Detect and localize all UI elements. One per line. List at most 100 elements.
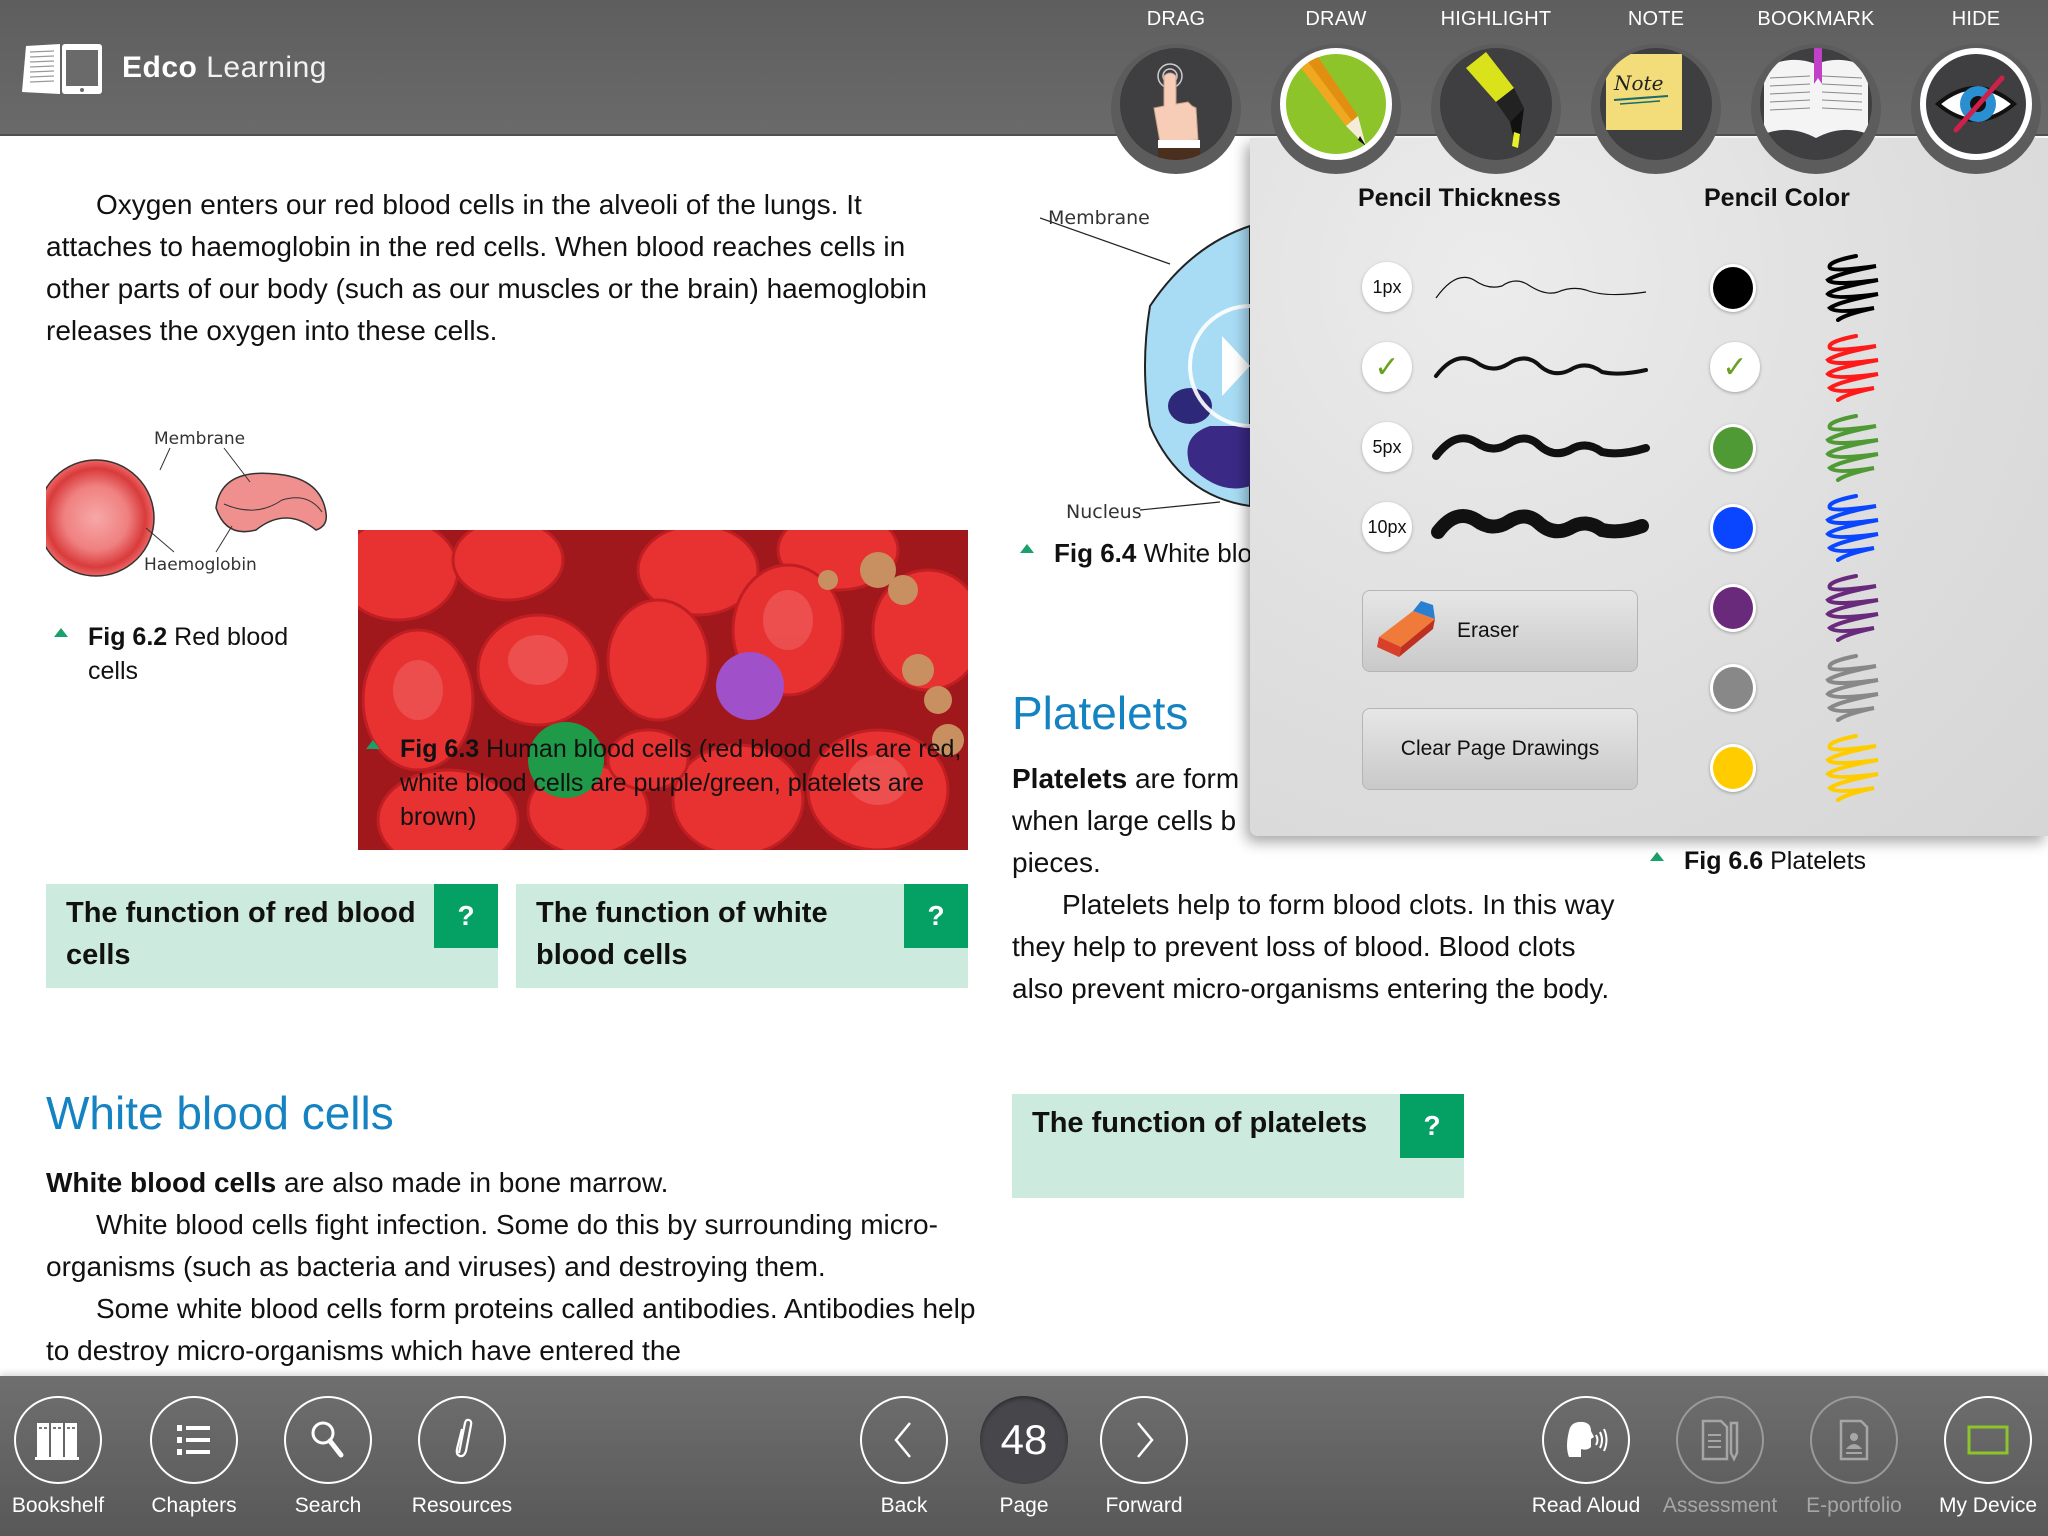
chevron-right-icon — [1137, 1422, 1154, 1458]
book-bookmark-icon[interactable] — [1760, 48, 1872, 160]
e-portfolio-button[interactable]: E-portfolio — [1794, 1396, 1914, 1526]
color-swatch-purple[interactable] — [1710, 584, 1756, 632]
resources-button[interactable]: Resources — [402, 1396, 522, 1526]
paragraph-text: are form — [1127, 763, 1240, 794]
book-tablet-logo-icon — [22, 44, 102, 94]
scribble-preview-black — [1825, 254, 1879, 322]
thickness-option-5px[interactable]: 5px — [1362, 422, 1412, 472]
fig-6-6-caption: Fig 6.6 Platelets — [1650, 844, 1950, 878]
brand-bold: Edco — [122, 51, 198, 84]
question-button[interactable]: ? — [904, 884, 968, 948]
stroke-preview-3px — [1434, 356, 1648, 378]
eraser-label: Eraser — [1457, 619, 1519, 642]
pencil-thickness-title: Pencil Thickness — [1358, 184, 1561, 212]
my-device-circle — [1944, 1396, 2032, 1484]
quiz-box-text: The function of red blood cells — [66, 897, 416, 971]
bold-term: Platelets — [1012, 763, 1128, 794]
quiz-box-text: The function of platelets — [1032, 1107, 1368, 1139]
hand-pointer-icon[interactable] — [1120, 48, 1232, 160]
my-device-label: My Device — [1938, 1494, 2038, 1517]
search-icon — [311, 1421, 344, 1458]
quiz-box-white-blood-cells[interactable]: The function of white blood cells ? — [516, 884, 968, 988]
assessment-button[interactable]: Assessment — [1660, 1396, 1780, 1526]
brand-light: Learning — [206, 51, 327, 84]
forward-circle — [1100, 1396, 1188, 1484]
tool-highlight[interactable]: HIGHLIGHT — [1426, 0, 1566, 180]
quiz-box-red-blood-cells[interactable]: The function of red blood cells ? — [46, 884, 498, 988]
color-swatch-blue[interactable] — [1710, 504, 1756, 552]
question-button[interactable]: ? — [1400, 1094, 1464, 1158]
quiz-box-platelets[interactable]: The function of platelets ? — [1012, 1094, 1464, 1198]
thickness-option-3px[interactable]: ✓ — [1362, 342, 1412, 392]
tool-note[interactable]: NOTE Note — [1586, 0, 1726, 180]
chapters-circle — [150, 1396, 238, 1484]
clear-page-drawings-button[interactable]: Clear Page Drawings — [1362, 708, 1638, 790]
question-button[interactable]: ? — [434, 884, 498, 948]
paragraph-text: when large cells b — [1012, 805, 1237, 836]
caption-triangle-icon — [1020, 544, 1034, 553]
search-button[interactable]: Search — [268, 1396, 388, 1526]
haemoglobin-label: Haemoglobin — [144, 555, 257, 575]
forward-label: Forward — [1105, 1494, 1183, 1517]
chapters-button[interactable]: Chapters — [134, 1396, 254, 1526]
thickness-option-10px[interactable]: 10px — [1362, 502, 1412, 552]
page-number: 48 — [1000, 1416, 1048, 1463]
color-swatch-black[interactable] — [1710, 264, 1756, 312]
color-swatch-yellow[interactable] — [1710, 744, 1756, 792]
thickness-option-1px[interactable]: 1px — [1362, 262, 1412, 312]
scribble-preview-green — [1825, 414, 1879, 482]
bold-term: White blood cells — [46, 1167, 277, 1198]
read-aloud-button[interactable]: Read Aloud — [1526, 1396, 1646, 1526]
fig-6-4-caption: Fig 6.4 White blo — [1020, 536, 1260, 570]
caption-text: Human blood cells (red blood cells are r… — [400, 735, 962, 831]
stroke-preview-1px — [1435, 276, 1647, 299]
intro-paragraph: Oxygen enters our red blood cells in the… — [46, 184, 966, 352]
tool-drag[interactable]: DRAG — [1106, 0, 1246, 180]
bookshelf-button[interactable]: Bookshelf — [0, 1396, 118, 1526]
scribble-preview-yellow — [1825, 734, 1879, 802]
assessment-circle — [1676, 1396, 1764, 1484]
fig-6-3-caption: Fig 6.3 Human blood cells (red blood cel… — [366, 732, 966, 834]
color-swatch-red[interactable]: ✓ — [1710, 342, 1760, 392]
tool-draw[interactable]: DRAW — [1266, 0, 1406, 180]
speaking-head-icon — [1567, 1421, 1608, 1457]
forward-button[interactable]: Forward — [1084, 1396, 1204, 1526]
eraser-button[interactable]: Eraser — [1362, 590, 1638, 672]
note-icon-text: Note — [1613, 71, 1663, 95]
caption-bold: Fig 6.4 — [1054, 538, 1137, 568]
color-swatch-gray[interactable] — [1710, 664, 1756, 712]
bottom-toolbar: Bookshelf Chapters Search Resources Back… — [0, 1376, 2048, 1536]
scribble-stroke — [1825, 494, 1879, 562]
highlighter-icon[interactable] — [1440, 48, 1552, 160]
paragraph-text: pieces. — [1012, 847, 1101, 878]
caption-text: Platelets — [1763, 847, 1867, 875]
tool-hide-label: HIDE — [1951, 8, 2001, 30]
scribble-stroke — [1825, 734, 1879, 802]
white-blood-cells-text: White blood cells are also made in bone … — [46, 1162, 986, 1372]
platelets-text: Platelets help to form blood clots. In t… — [1012, 884, 1622, 1010]
membrane-label: Membrane — [154, 429, 245, 449]
pencil-icon[interactable] — [1280, 48, 1392, 160]
tool-bookmark[interactable]: BOOKMARK — [1746, 0, 1886, 180]
tool-draw-label: DRAW — [1305, 8, 1367, 30]
scribble-stroke — [1825, 254, 1879, 322]
paperclip-icon — [455, 1418, 473, 1458]
eye-slash-icon[interactable] — [1920, 48, 2032, 160]
scribble-preview-blue — [1825, 494, 1879, 562]
pencil-color-title: Pencil Color — [1704, 184, 1850, 212]
paragraph-text: are also made in bone marrow. — [276, 1167, 669, 1198]
resources-circle — [418, 1396, 506, 1484]
sticky-note-icon[interactable]: Note — [1600, 48, 1712, 160]
caption-bold: Fig 6.3 — [400, 735, 480, 763]
eraser-icon — [1377, 601, 1435, 657]
tool-hide[interactable]: HIDE — [1906, 0, 2046, 180]
membrane-label: Membrane — [1048, 207, 1150, 229]
read-aloud-circle — [1542, 1396, 1630, 1484]
chevron-left-icon — [894, 1422, 911, 1458]
color-swatch-green[interactable] — [1710, 424, 1756, 472]
caption-triangle-icon — [366, 740, 380, 749]
portfolio-document-icon — [1839, 1419, 1869, 1461]
my-device-button[interactable]: My Device — [1928, 1396, 2048, 1526]
caption-triangle-icon — [1650, 852, 1664, 861]
draw-settings-panel: Pencil Thickness Pencil Color 1px ✓ 5px … — [1250, 138, 2048, 836]
